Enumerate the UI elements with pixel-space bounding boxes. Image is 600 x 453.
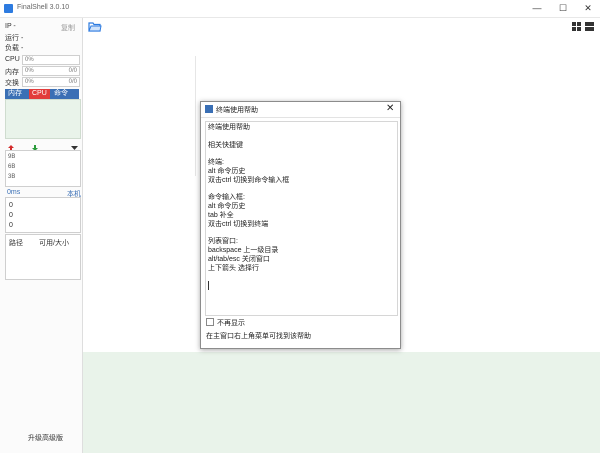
help-line [208,133,289,142]
net-scale-1: 9B [8,154,16,160]
maximize-button[interactable]: ☐ [552,2,574,14]
help-line: 相关快捷键 [208,141,243,149]
help-line: 终端使用帮助 [208,124,250,131]
disk-table: 路径 可用/大小 [5,234,81,280]
app-icon [4,4,13,13]
dialog-footer: 在主窗口右上角菜单可找到该帮助 [206,333,311,340]
help-line: alt 命令历史 [208,167,246,175]
window-title: FinalShell 3.0.10 [17,4,70,11]
upgrade-link[interactable]: 升级高级版 [28,433,63,443]
tab-command[interactable]: 命令 [51,89,71,99]
tab-cpu[interactable]: CPU [29,89,50,99]
ping-row-1: 0 [9,202,13,209]
mem-bar: 0% 0/0 [22,66,80,76]
dialog-app-icon [205,105,213,113]
help-line: tab 补全 [208,211,234,219]
process-tabs: 内存 CPU 命令 [5,89,79,99]
grid-view-icon[interactable] [572,22,594,31]
help-line: 命令输入框: [208,194,245,202]
ping-row-2: 0 [9,212,13,219]
help-line: 双击ctrl 切换到终端 [208,220,269,228]
text-caret [208,281,209,290]
help-dialog: 终端使用帮助 ✕ 终端使用帮助 相关快捷键 终端: alt 命令历史 双击ctr… [200,101,401,349]
folder-icon[interactable] [88,21,102,32]
close-button[interactable]: ✕ [577,2,599,14]
network-graph: 9B 6B 3B [5,150,81,187]
mem-detail: 0/0 [68,68,77,74]
swap-label: 交换 [5,80,19,87]
swap-detail: 0/0 [68,79,77,85]
load-label: 负载 - [5,45,24,52]
mem-label: 内存 [5,69,19,76]
net-scale-2: 6B [8,164,16,170]
cpu-bar: 0% [22,55,80,65]
help-line [208,150,289,159]
net-scale-3: 3B [8,174,16,180]
dialog-titlebar: 终端使用帮助 ✕ [201,102,400,118]
dont-show-label: 不再显示 [217,320,245,327]
divider [195,56,196,176]
disk-col-path: 路径 [9,240,23,247]
tab-memory[interactable]: 内存 [5,89,25,99]
swap-bar: 0% 0/0 [22,77,80,87]
dialog-title: 终端使用帮助 [216,107,258,114]
dialog-close-icon[interactable]: ✕ [386,103,394,115]
dont-show-checkbox[interactable] [206,318,214,326]
help-line: alt/tab/esc 关闭窗口 [208,255,270,263]
cpu-value: 0% [25,57,34,63]
terminal-area[interactable] [83,352,600,453]
minimize-button[interactable]: — [526,2,548,14]
help-line: 上下箭头 选择行 [208,264,259,272]
cpu-label: CPU [5,56,20,63]
help-line: 列表窗口: [208,238,238,246]
help-line: alt 命令历史 [208,203,246,211]
ping-latency: 0ms [7,189,21,196]
swap-value: 0% [25,79,34,85]
process-list[interactable] [5,99,81,139]
uptime-label: 运行 - [5,35,24,42]
help-line: 双击ctrl 切换到命令输入框 [208,176,290,184]
help-line: backspace 上一级目录 [208,247,279,255]
ip-label: IP - [5,23,16,30]
help-text[interactable]: 终端使用帮助 相关快捷键 终端: alt 命令历史 双击ctrl 切换到命令输入… [205,121,398,316]
copy-button[interactable]: 复制 [61,23,75,33]
ping-row-3: 0 [9,222,13,229]
ping-graph: 0 0 0 [5,197,81,233]
mem-value: 0% [25,68,34,74]
disk-col-size: 可用/大小 [39,240,69,247]
help-line: 终端: [208,159,224,167]
window-titlebar: FinalShell 3.0.10 — ☐ ✕ [0,0,600,18]
